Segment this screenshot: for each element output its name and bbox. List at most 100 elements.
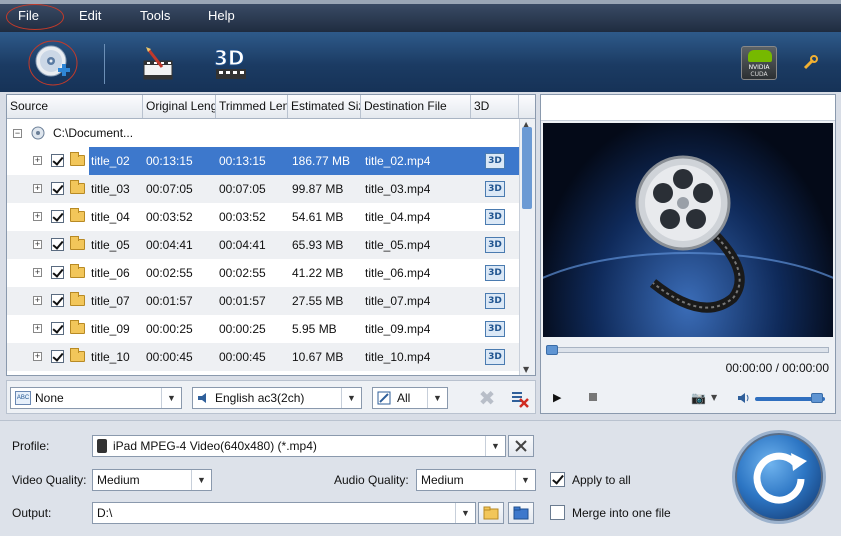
clear-list-button[interactable] (510, 389, 530, 409)
scroll-thumb[interactable] (522, 127, 532, 209)
folder-icon (70, 208, 85, 222)
row-estimated-size: 27.55 MB (292, 294, 344, 308)
folder-icon (70, 320, 85, 334)
convert-arrow-icon (753, 452, 807, 504)
toolbar-separator (104, 44, 105, 84)
table-row[interactable]: + title_05 00:04:41 00:04:41 65.93 MB ti… (7, 231, 519, 259)
audio-quality-select[interactable]: Medium ▼ (416, 469, 536, 491)
audio-track-select[interactable]: English ac3(2ch) ▼ (192, 387, 362, 409)
expand-icon[interactable]: + (33, 240, 42, 249)
3d-toggle-icon[interactable]: 3D (485, 321, 505, 337)
row-trimmed-length: 00:07:05 (219, 182, 266, 196)
col-original-length[interactable]: Original Length (143, 95, 216, 118)
merge-into-one-file-label: Merge into one file (572, 506, 671, 520)
preferences-button[interactable] (796, 38, 824, 88)
subtitle-select[interactable]: ABC None ▼ (10, 387, 182, 409)
profile-settings-button[interactable] (508, 435, 534, 457)
expand-icon[interactable]: + (33, 156, 42, 165)
video-quality-value: Medium (97, 473, 140, 487)
play-icon[interactable]: ▶ (553, 391, 561, 404)
expand-icon[interactable]: + (33, 212, 42, 221)
source-root-row[interactable]: − C:\Document... (7, 121, 519, 145)
3d-toggle-icon[interactable]: 3D (485, 293, 505, 309)
row-estimated-size: 10.67 MB (292, 350, 344, 364)
list-scrollbar[interactable]: ▲ ▼ (519, 119, 535, 375)
row-checkbox[interactable] (51, 238, 64, 251)
col-destination-file[interactable]: Destination File (361, 95, 471, 118)
row-estimated-size: 99.87 MB (292, 182, 344, 196)
audio-quality-label: Audio Quality: (334, 473, 409, 487)
collapse-icon[interactable]: − (13, 129, 22, 138)
browse-folder-button[interactable] (478, 502, 504, 524)
table-row[interactable]: + title_09 00:00:25 00:00:25 5.95 MB tit… (7, 315, 519, 343)
3d-toggle-icon[interactable]: 3D (485, 265, 505, 281)
profile-select[interactable]: iPad MPEG-4 Video(640x480) (*.mp4) ▼ (92, 435, 506, 457)
convert-button[interactable] (732, 430, 826, 524)
scroll-down-icon[interactable]: ▼ (523, 365, 529, 374)
folder-icon (483, 506, 499, 520)
row-checkbox[interactable] (51, 350, 64, 363)
table-row[interactable]: + title_03 00:07:05 00:07:05 99.87 MB ti… (7, 175, 519, 203)
expand-icon[interactable]: + (33, 324, 42, 333)
video-quality-label: Video Quality: (12, 473, 87, 487)
apply-to-all-checkbox[interactable] (550, 472, 565, 487)
menu-file[interactable]: File (18, 8, 39, 23)
subtitle-value: None (35, 391, 64, 405)
merge-into-one-file-checkbox[interactable] (550, 505, 565, 520)
col-trimmed-length[interactable]: Trimmed Length (216, 95, 288, 118)
row-checkbox[interactable] (51, 154, 64, 167)
menu-tools[interactable]: Tools (140, 8, 170, 23)
row-trimmed-length: 00:00:25 (219, 322, 266, 336)
open-folder-button[interactable] (508, 502, 534, 524)
table-row[interactable]: + title_10 00:00:45 00:00:45 10.67 MB ti… (7, 343, 519, 371)
row-checkbox[interactable] (51, 322, 64, 335)
seek-handle[interactable] (546, 345, 558, 355)
video-quality-select[interactable]: Medium ▼ (92, 469, 212, 491)
row-checkbox[interactable] (51, 210, 64, 223)
merge-filter-select[interactable]: All ▼ (372, 387, 448, 409)
volume-handle[interactable] (811, 393, 823, 403)
3d-toggle-icon[interactable]: 3D (485, 349, 505, 365)
3d-toggle-icon[interactable]: 3D (485, 153, 505, 169)
table-row[interactable]: + title_02 00:13:15 00:13:15 186.77 MB t… (7, 147, 519, 175)
3d-settings-button[interactable]: 3D 3D (206, 38, 258, 88)
clear-list-icon (512, 392, 529, 408)
chevron-down-icon: ▼ (427, 388, 447, 408)
col-3d[interactable]: 3D (471, 95, 519, 118)
ipad-device-icon (97, 439, 107, 453)
chevron-down-icon[interactable]: ▼ (711, 393, 717, 402)
3d-toggle-icon[interactable]: 3D (485, 237, 505, 253)
menu-edit[interactable]: Edit (79, 8, 101, 23)
row-checkbox[interactable] (51, 182, 64, 195)
toolbar: 3D 3D NVIDIA CUDA (0, 32, 841, 92)
load-disc-button[interactable] (27, 38, 79, 88)
table-row[interactable]: + title_04 00:03:52 00:03:52 54.61 MB ti… (7, 203, 519, 231)
row-estimated-size: 41.22 MB (292, 266, 344, 280)
row-checkbox[interactable] (51, 294, 64, 307)
wrench-icon (803, 55, 818, 70)
stop-icon[interactable] (589, 393, 597, 401)
remove-icon[interactable]: ✖ (477, 388, 497, 409)
seek-bar[interactable] (546, 345, 829, 355)
table-row[interactable]: + title_06 00:02:55 00:02:55 41.22 MB ti… (7, 259, 519, 287)
row-source: title_10 (91, 350, 130, 364)
expand-icon[interactable]: + (33, 352, 42, 361)
col-source[interactable]: Source (7, 95, 143, 118)
expand-icon[interactable]: + (33, 184, 42, 193)
3d-toggle-icon[interactable]: 3D (485, 209, 505, 225)
table-row[interactable]: + title_07 00:01:57 00:01:57 27.55 MB ti… (7, 287, 519, 315)
expand-icon[interactable]: + (33, 296, 42, 305)
snapshot-camera-icon[interactable]: 📷 (691, 391, 706, 405)
folder-icon (70, 236, 85, 250)
edit-button[interactable] (132, 38, 184, 88)
output-path-select[interactable]: D:\ ▼ (92, 502, 476, 524)
3d-toggle-icon[interactable]: 3D (485, 181, 505, 197)
volume-icon[interactable] (737, 391, 751, 405)
col-estimated-size[interactable]: Estimated Size (288, 95, 361, 118)
clip-edit-icon (143, 47, 173, 80)
expand-icon[interactable]: + (33, 268, 42, 277)
row-estimated-size: 65.93 MB (292, 238, 344, 252)
row-source: title_06 (91, 266, 130, 280)
row-checkbox[interactable] (51, 266, 64, 279)
menu-help[interactable]: Help (208, 8, 235, 23)
